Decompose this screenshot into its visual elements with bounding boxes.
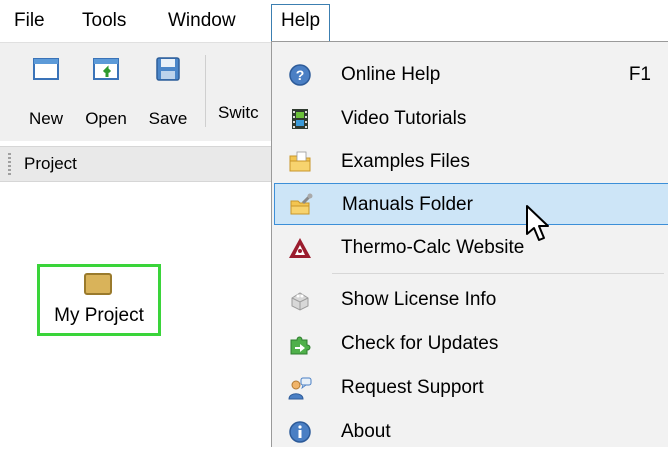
menu-item-label: Manuals Folder	[342, 194, 473, 215]
open-label: Open	[85, 109, 127, 128]
menu-tools[interactable]: Tools	[74, 8, 134, 34]
menu-item-label: Check for Updates	[341, 333, 499, 354]
menu-help[interactable]: Help	[271, 4, 331, 42]
new-label: New	[28, 109, 63, 128]
mouse-cursor-icon	[526, 205, 549, 241]
menu-item-online-help[interactable]: ? Online Help F1	[274, 54, 668, 96]
switch-button[interactable]: Switc	[218, 103, 259, 123]
folder-wrench-icon	[290, 193, 313, 215]
thermo-calc-logo-icon	[289, 238, 311, 258]
menu-item-label: About	[341, 421, 391, 442]
menu-item-label: Video Tutorials	[341, 108, 467, 129]
menu-item-examples-files[interactable]: Examples Files	[274, 141, 668, 183]
menu-file[interactable]: File	[6, 8, 53, 34]
menu-item-label: Show License Info	[341, 289, 497, 310]
menu-item-request-support[interactable]: Request Support	[274, 367, 668, 409]
film-icon	[292, 109, 308, 129]
menu-item-thermo-calc-website[interactable]: Thermo-Calc Website	[274, 227, 668, 269]
project-panel-header[interactable]: Project	[0, 146, 272, 182]
menu-item-check-for-updates[interactable]: Check for Updates	[274, 323, 668, 365]
open-window-icon	[93, 58, 119, 80]
help-circle-icon: ?	[289, 64, 311, 86]
menu-item-label: Online Help	[341, 64, 441, 85]
svg-text:?: ?	[296, 67, 305, 83]
help-menu-dropdown: ? Online Help F1 Video Tutorials Example…	[271, 41, 668, 447]
support-person-icon	[288, 377, 312, 400]
menu-item-show-license-info[interactable]: Show License Info	[274, 279, 668, 321]
license-icon	[291, 292, 309, 311]
menu-item-manuals-folder[interactable]: Manuals Folder	[274, 183, 668, 225]
toolbar: New Open Save Switc	[0, 42, 272, 141]
project-node-label: My Project	[54, 305, 144, 326]
save-label: Save	[148, 109, 188, 128]
new-window-icon	[33, 58, 59, 80]
menu-item-label: Thermo-Calc Website	[341, 237, 525, 258]
update-puzzle-icon	[290, 336, 311, 355]
menu-item-label: Request Support	[341, 377, 484, 398]
shortcut-label: F1	[628, 64, 651, 85]
menu-item-label: Examples Files	[341, 151, 470, 172]
open-button[interactable]: Open	[76, 51, 136, 137]
menu-item-video-tutorials[interactable]: Video Tutorials	[274, 98, 668, 140]
folder-icon	[289, 151, 311, 172]
menu-bar: File Tools Window Help	[0, 0, 668, 42]
panel-title: Project	[24, 154, 77, 173]
info-icon	[289, 421, 311, 443]
menu-separator	[332, 273, 664, 274]
toolbar-separator	[205, 55, 206, 127]
new-button[interactable]: New	[16, 51, 76, 137]
save-button[interactable]: Save	[138, 51, 198, 137]
panel-grip[interactable]	[8, 153, 11, 175]
my-project-node[interactable]: My Project	[37, 264, 161, 336]
floppy-disk-icon	[156, 57, 180, 81]
menu-window[interactable]: Window	[160, 8, 244, 34]
project-folder-icon	[84, 273, 112, 295]
